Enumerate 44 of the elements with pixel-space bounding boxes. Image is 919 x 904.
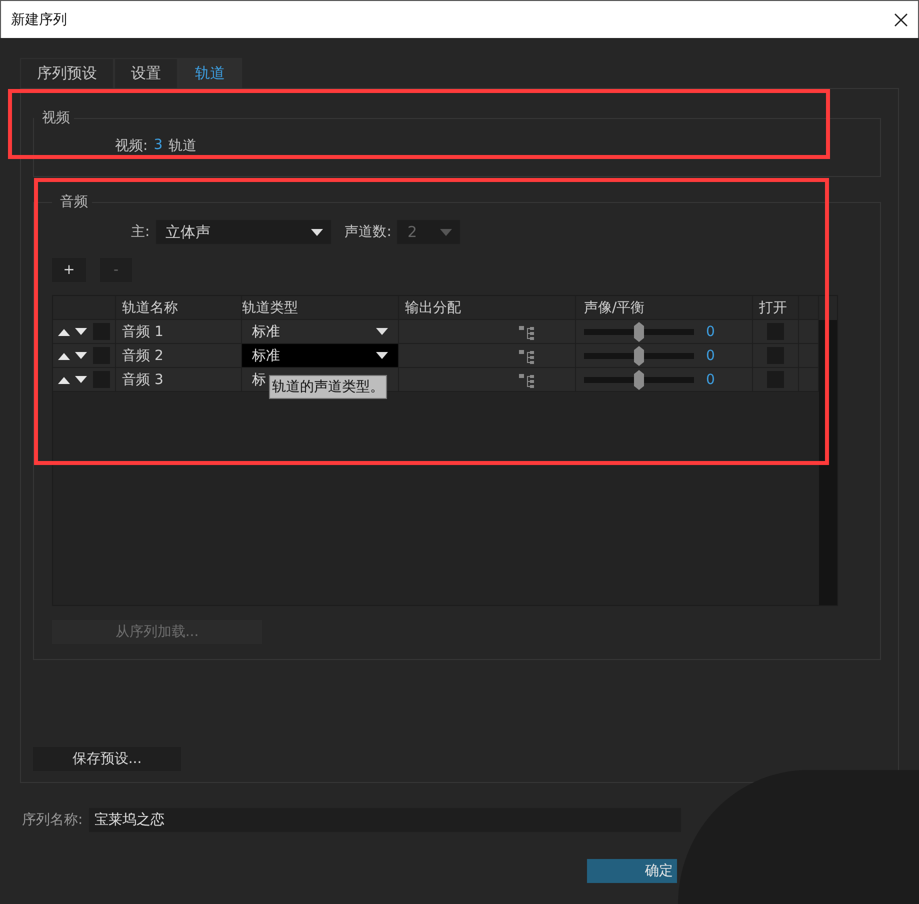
field-label: 主: bbox=[131, 223, 150, 241]
unit-label: 轨道 bbox=[168, 137, 197, 155]
tooltip: 轨道的声道类型。 bbox=[269, 375, 387, 399]
slider-thumb[interactable] bbox=[634, 346, 644, 366]
down-arrow-icon[interactable] bbox=[74, 374, 88, 384]
down-arrow-icon[interactable] bbox=[74, 326, 88, 336]
window-title: 新建序列 bbox=[11, 10, 67, 28]
add-button[interactable]: + bbox=[52, 258, 86, 282]
tab[interactable]: 设置 bbox=[114, 58, 178, 88]
field-label: 视频: bbox=[115, 137, 148, 155]
caret-icon bbox=[376, 328, 388, 335]
caret-icon bbox=[376, 352, 388, 359]
close-icon[interactable] bbox=[894, 12, 908, 26]
down-arrow-icon[interactable] bbox=[74, 350, 88, 360]
field-label: 序列名称: bbox=[22, 811, 83, 829]
pan-value[interactable]: 0 bbox=[706, 324, 715, 340]
group-label: 视频 bbox=[41, 109, 71, 127]
routing-icon[interactable] bbox=[519, 372, 535, 388]
name-field[interactable]: 宝莱坞之恋 bbox=[88, 808, 681, 832]
pan-value[interactable]: 0 bbox=[706, 348, 715, 364]
up-arrow-icon[interactable] bbox=[57, 326, 71, 336]
routing-icon[interactable] bbox=[519, 348, 535, 364]
tab[interactable]: 序列预设 bbox=[20, 58, 114, 88]
routing-icon[interactable] bbox=[519, 324, 535, 340]
pan-value[interactable]: 0 bbox=[706, 372, 715, 388]
column-header: 轨道类型 bbox=[242, 296, 399, 319]
tab[interactable]: 轨道 bbox=[178, 58, 242, 88]
table-cell: 音频 3 bbox=[116, 368, 242, 391]
dropdown[interactable]: 标准 bbox=[242, 320, 398, 343]
caret-icon bbox=[310, 228, 323, 236]
dropdown[interactable]: 立体声 bbox=[156, 220, 331, 244]
track-count[interactable]: 3 bbox=[154, 137, 163, 155]
slider-thumb[interactable] bbox=[634, 322, 644, 342]
save-preset-button[interactable]: 保存预设... bbox=[33, 747, 181, 771]
dropdown[interactable]: 标准 bbox=[242, 344, 398, 367]
field-label: 声道数: bbox=[344, 223, 392, 241]
ok-button[interactable]: 确定 bbox=[587, 859, 677, 883]
up-arrow-icon[interactable] bbox=[57, 350, 71, 360]
up-arrow-icon[interactable] bbox=[57, 374, 71, 384]
group-label: 音频 bbox=[59, 193, 89, 211]
caret-icon bbox=[440, 228, 452, 236]
table-cell: 音频 1 bbox=[116, 320, 242, 343]
table-cell: 音频 2 bbox=[116, 344, 242, 367]
slider-thumb[interactable] bbox=[634, 370, 644, 390]
